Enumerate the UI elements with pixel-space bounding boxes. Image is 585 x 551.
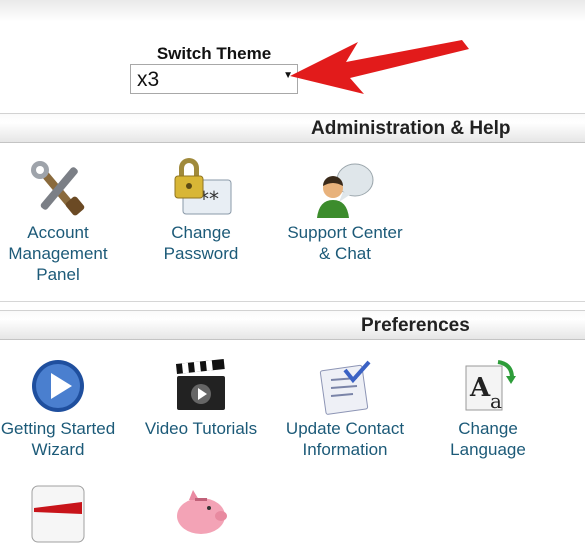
- language-letters-icon: A a: [456, 354, 520, 418]
- annotation-arrow-icon: [290, 40, 469, 94]
- piggy-bank-icon: [169, 482, 233, 546]
- support-chat-icon: [313, 158, 377, 222]
- play-button-icon: [26, 354, 90, 418]
- item-getting-started-wizard[interactable]: Getting Started Wizard: [0, 354, 128, 460]
- clapperboard-icon: [169, 354, 233, 418]
- tools-icon: [26, 158, 90, 222]
- item-piggy-bank[interactable]: [131, 482, 271, 546]
- item-label: Update Contact Information: [285, 419, 405, 459]
- item-label: Account Management Panel: [8, 223, 108, 284]
- svg-text:a: a: [490, 389, 502, 413]
- theme-select-value: x3: [137, 68, 160, 91]
- item-label: Video Tutorials: [144, 419, 258, 438]
- item-label: Change Language: [450, 419, 526, 459]
- item-video-tutorials[interactable]: Video Tutorials: [131, 354, 271, 439]
- item-support-center[interactable]: Support Center & Chat: [275, 158, 415, 264]
- item-label: Change Password: [163, 223, 239, 263]
- section-title-administration: Administration & Help: [311, 118, 511, 139]
- section-bar-preferences: Preferences: [0, 310, 585, 340]
- item-change-password[interactable]: ** Change Password: [131, 158, 271, 264]
- svg-text:A: A: [469, 373, 491, 403]
- contact-card-icon: [313, 354, 377, 418]
- section-bar-administration: Administration & Help: [0, 113, 585, 143]
- padlock-password-icon: **: [169, 158, 233, 222]
- item-label: Getting Started Wizard: [0, 419, 116, 459]
- style-swatch-icon: [26, 482, 90, 546]
- switch-theme-label: Switch Theme: [156, 44, 272, 63]
- item-account-management[interactable]: Account Management Panel: [0, 158, 128, 285]
- section-title-preferences: Preferences: [361, 315, 470, 336]
- item-style-swatch[interactable]: [0, 482, 128, 546]
- theme-select[interactable]: x3 ▼: [130, 64, 298, 94]
- item-change-language[interactable]: A a Change Language: [418, 354, 558, 460]
- item-update-contact[interactable]: Update Contact Information: [275, 354, 415, 460]
- section-divider: [0, 301, 585, 302]
- item-label: Support Center & Chat: [287, 223, 403, 263]
- top-band: [0, 0, 585, 22]
